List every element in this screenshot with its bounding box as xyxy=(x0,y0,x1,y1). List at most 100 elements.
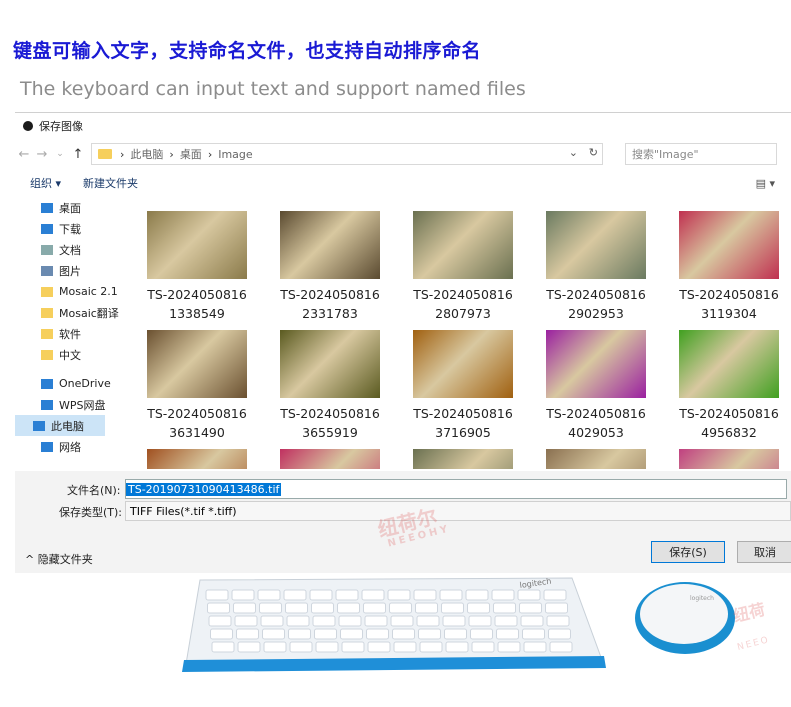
filename-label: 文件名(N): xyxy=(67,484,121,497)
keyboard-key xyxy=(522,628,545,640)
refresh-icon[interactable]: ↻ xyxy=(589,146,598,159)
file-item[interactable]: TS-2024050816 3631490 xyxy=(145,330,249,442)
keyboard-key xyxy=(234,615,258,627)
dialog-footer: 文件名(N): TS-20190731090413486.tif 保存类型(T)… xyxy=(15,471,791,573)
keyboard-key xyxy=(497,641,521,653)
breadcrumb-image[interactable]: Image xyxy=(218,148,252,161)
keyboard-key xyxy=(389,602,412,614)
file-item[interactable]: TS-2024050816 3655919 xyxy=(278,330,382,442)
keyboard-key xyxy=(338,615,362,627)
keyboard-key xyxy=(390,615,414,627)
dropdown-icon[interactable]: ⌄ xyxy=(51,149,69,159)
network-icon xyxy=(41,441,53,452)
save-dialog: 保存图像 ← → ⌄ ↑ › 此电脑 › 桌面 › Image ⌄ ↻ 搜索"I… xyxy=(15,112,791,573)
breadcrumb-desktop[interactable]: 桌面 xyxy=(180,146,202,162)
file-name: TS-2024050816 xyxy=(546,406,646,421)
hide-folders-toggle[interactable]: ^ 隐藏文件夹 xyxy=(25,551,93,567)
keyboard-key xyxy=(494,615,518,627)
sidebar-item[interactable]: 图片 xyxy=(15,260,120,281)
sidebar-item[interactable]: 文档 xyxy=(15,239,120,260)
file-item[interactable]: TS-2024050816 2902953 xyxy=(544,211,648,323)
cancel-button[interactable]: 取消 xyxy=(737,541,791,563)
view-icon[interactable]: ▤ ▾ xyxy=(756,177,775,190)
nav-sidebar: 桌面下载 文档 图片 Mosaic 2.1 Mosaic翻译 软件 中文 OneDrive WP… xyxy=(15,197,120,469)
keyboard-key xyxy=(312,615,336,627)
sidebar-item-label: 桌面 xyxy=(59,201,81,215)
keyboard-key xyxy=(517,589,541,601)
keyboard-key xyxy=(363,602,386,614)
filename-field[interactable]: TS-20190731090413486.tif xyxy=(125,479,787,499)
file-item[interactable]: TS-2024050816 4029053 xyxy=(544,330,648,442)
file-item[interactable] xyxy=(145,449,249,469)
sidebar-item[interactable]: Mosaic翻译 xyxy=(15,302,120,323)
keyboard-key xyxy=(543,589,567,601)
address-bar[interactable]: › 此电脑 › 桌面 › Image ⌄ ↻ xyxy=(91,143,603,165)
sidebar-item[interactable]: WPS网盘 xyxy=(15,394,120,415)
sidebar-item[interactable]: 中文 xyxy=(15,344,120,365)
keyboard-key xyxy=(259,602,282,614)
keyboard-key xyxy=(341,641,365,653)
file-name: TS-2024050816 xyxy=(280,406,380,421)
forward-arrow-icon[interactable]: → xyxy=(33,147,51,162)
sidebar-item[interactable]: Mosaic 2.1 xyxy=(15,281,120,302)
svg-text:logitech: logitech xyxy=(690,595,714,602)
keyboard-key xyxy=(231,589,255,601)
new-folder-button[interactable]: 新建文件夹 xyxy=(83,175,138,191)
sidebar-item[interactable]: 软件 xyxy=(15,323,120,344)
keyboard-key xyxy=(419,641,443,653)
file-item[interactable] xyxy=(278,449,382,469)
file-thumbnail xyxy=(413,449,513,469)
file-item[interactable]: TS-2024050816 1338549 xyxy=(145,211,249,323)
watermark-cn-2: 纽荷 xyxy=(731,600,767,626)
file-item[interactable] xyxy=(411,449,515,469)
sidebar-item[interactable]: OneDrive xyxy=(15,373,120,394)
file-item[interactable] xyxy=(677,449,781,469)
headline: 键盘可输入文字，支持命名文件，也支持自动排序命名 xyxy=(13,40,482,62)
keyboard-key xyxy=(519,602,542,614)
keyboard-key xyxy=(257,589,281,601)
file-item[interactable]: TS-2024050816 3716905 xyxy=(411,330,515,442)
file-item[interactable]: TS-2024050816 4956832 xyxy=(677,330,781,442)
keyboard-key xyxy=(546,615,570,627)
keyboard-key xyxy=(315,641,339,653)
file-name: TS-2024050816 xyxy=(413,287,513,302)
keyboard-key xyxy=(387,589,411,601)
save-button[interactable]: 保存(S) xyxy=(651,541,725,563)
file-thumbnail xyxy=(546,449,646,469)
file-thumbnail xyxy=(413,211,513,279)
keyboard-key xyxy=(470,628,493,640)
file-thumbnail xyxy=(280,211,380,279)
file-name: TS-2024050816 xyxy=(147,406,247,421)
file-item[interactable]: TS-2024050816 2331783 xyxy=(278,211,382,323)
keyboard-mouse-photo: logitech logitech 纽荷 NEEO xyxy=(182,577,771,672)
keyboard-key xyxy=(471,641,495,653)
organize-button[interactable]: 组织 ▾ xyxy=(30,175,61,191)
keyboard-key xyxy=(263,641,287,653)
file-item[interactable] xyxy=(544,449,648,469)
sidebar-item[interactable]: 此电脑 xyxy=(15,415,105,436)
keyboard-key xyxy=(441,602,464,614)
address-row: ← → ⌄ ↑ › 此电脑 › 桌面 › Image ⌄ ↻ 搜索"Image" xyxy=(15,139,791,169)
app-icon xyxy=(23,121,33,131)
sidebar-item[interactable]: 网络 xyxy=(15,436,120,457)
sidebar-item[interactable]: 桌面 xyxy=(15,197,120,218)
back-arrow-icon[interactable]: ← xyxy=(15,147,33,162)
file-name: 2807973 xyxy=(435,306,491,321)
keyboard-key xyxy=(211,641,235,653)
toolbar: 组织 ▾ 新建文件夹 ▤ ▾ xyxy=(15,169,791,197)
keyboard-key xyxy=(445,641,469,653)
file-item[interactable]: TS-2024050816 3119304 xyxy=(677,211,781,323)
up-arrow-icon[interactable]: ↑ xyxy=(69,147,87,162)
keyboard-key xyxy=(465,589,489,601)
filetype-select[interactable]: TIFF Files(*.tif *.tiff) xyxy=(125,501,791,521)
chevron-down-icon[interactable]: ⌄ xyxy=(569,146,578,159)
keyboard-key xyxy=(491,589,515,601)
file-name: 4956832 xyxy=(701,425,757,440)
keyboard-key xyxy=(262,628,285,640)
breadcrumb-pc[interactable]: 此电脑 xyxy=(130,146,163,162)
file-name: TS-2024050816 xyxy=(147,287,247,302)
file-item[interactable]: TS-2024050816 2807973 xyxy=(411,211,515,323)
sidebar-item[interactable]: 下载 xyxy=(15,218,120,239)
search-input[interactable]: 搜索"Image" xyxy=(625,143,777,165)
file-name: 4029053 xyxy=(568,425,624,440)
